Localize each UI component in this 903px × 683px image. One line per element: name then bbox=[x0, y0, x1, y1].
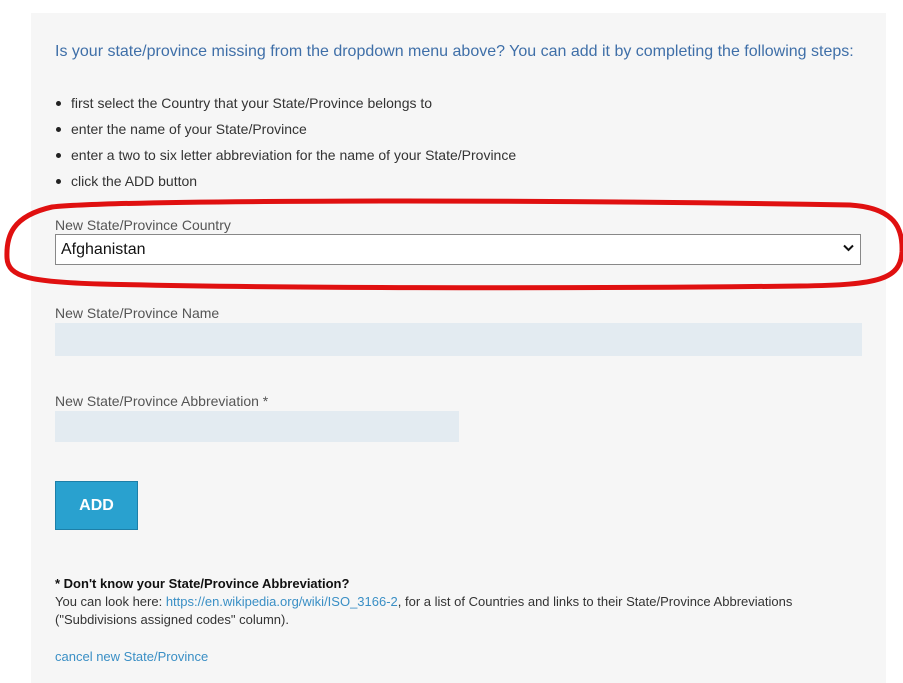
chevron-down-icon bbox=[843, 244, 854, 252]
abbreviation-input[interactable] bbox=[55, 411, 459, 442]
step-text: click the ADD button bbox=[71, 173, 198, 189]
list-item: enter the name of your State/Province bbox=[55, 120, 516, 146]
name-input[interactable] bbox=[55, 323, 862, 356]
step-text: enter a two to six letter abbreviation f… bbox=[71, 147, 517, 163]
list-item: enter a two to six letter abbreviation f… bbox=[55, 146, 516, 172]
name-label: New State/Province Name bbox=[55, 305, 220, 321]
help-title: * Don't know your State/Province Abbrevi… bbox=[55, 576, 350, 591]
country-select[interactable]: Afghanistan bbox=[55, 234, 861, 265]
step-text: first select the Country that your State… bbox=[71, 95, 433, 111]
cancel-link[interactable]: cancel new State/Province bbox=[55, 649, 208, 664]
bullet-icon bbox=[56, 179, 61, 184]
bullet-icon bbox=[56, 127, 61, 132]
step-text: enter the name of your State/Province bbox=[71, 121, 307, 137]
country-select-value: Afghanistan bbox=[61, 241, 146, 258]
country-label: New State/Province Country bbox=[55, 217, 231, 233]
help-prefix: You can look here: bbox=[55, 594, 166, 609]
wikipedia-link[interactable]: https://en.wikipedia.org/wiki/ISO_3166-2 bbox=[166, 594, 398, 609]
intro-text: Is your state/province missing from the … bbox=[55, 43, 854, 60]
list-item: click the ADD button bbox=[55, 172, 516, 198]
list-item: first select the Country that your State… bbox=[55, 94, 516, 120]
abbreviation-help: * Don't know your State/Province Abbrevi… bbox=[55, 575, 845, 629]
add-button[interactable]: ADD bbox=[55, 481, 138, 530]
abbreviation-label: New State/Province Abbreviation * bbox=[55, 393, 269, 409]
bullet-icon bbox=[56, 153, 61, 158]
steps-list: first select the Country that your State… bbox=[55, 94, 516, 198]
bullet-icon bbox=[56, 101, 61, 106]
